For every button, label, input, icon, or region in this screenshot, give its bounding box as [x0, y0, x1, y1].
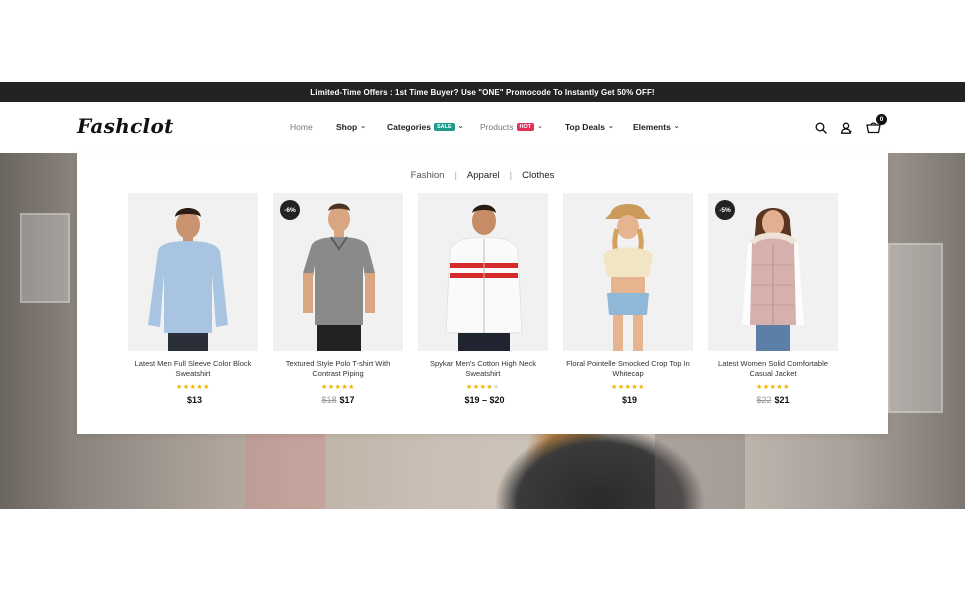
rating-stars: ★★★★★	[176, 384, 210, 391]
cart-count-badge: 0	[876, 114, 887, 125]
crumb-separator: |	[509, 170, 513, 181]
product-photo-high-neck-sweatshirt	[418, 193, 548, 351]
product-card[interactable]: Latest Men Full Sleeve Color Block Sweat…	[128, 193, 258, 405]
nav-categories[interactable]: Categories SALE ⌄	[387, 122, 463, 132]
product-name[interactable]: Latest Women Solid Comfortable Casual Ja…	[708, 359, 838, 379]
product-image[interactable]	[128, 193, 258, 351]
category-breadcrumb: Fashion | Apparel | Clothes	[77, 170, 888, 181]
product-image[interactable]	[418, 193, 548, 351]
rating-stars: ★★★★★	[321, 384, 355, 391]
search-button[interactable]	[812, 119, 830, 137]
discount-badge: -6%	[280, 200, 300, 220]
product-card[interactable]: -6% Textured Style Polo T-shirt With Con…	[273, 193, 403, 405]
product-name[interactable]: Textured Style Polo T-shirt With Contras…	[273, 359, 403, 379]
product-name[interactable]: Spykar Men's Cotton High Neck Sweatshirt	[418, 359, 548, 379]
site-header: Fashclot Home Shop ⌄ Categories SALE ⌄ P…	[0, 102, 965, 153]
promo-text: Limited-Time Offers : 1st Time Buyer? Us…	[310, 87, 655, 97]
nav-top-deals-label: Top Deals	[565, 122, 605, 132]
old-price: $22	[756, 395, 772, 405]
chevron-down-icon: ⌄	[457, 123, 464, 130]
nav-products-label: Products	[480, 122, 514, 132]
product-price: $19	[563, 395, 693, 405]
nav-home[interactable]: Home	[290, 122, 313, 132]
chevron-down-icon: ⌄	[360, 123, 367, 130]
page: Limited-Time Offers : 1st Time Buyer? Us…	[0, 0, 965, 600]
promo-bar: Limited-Time Offers : 1st Time Buyer? Us…	[0, 82, 965, 102]
product-card[interactable]: Spykar Men's Cotton High Neck Sweatshirt…	[418, 193, 548, 405]
nav-shop-label: Shop	[336, 122, 358, 132]
chevron-down-icon: ⌄	[608, 123, 614, 130]
nav-elements[interactable]: Elements ⌄	[633, 122, 680, 132]
rating-stars: ★★★★★	[756, 384, 790, 391]
crumb-clothes[interactable]: Clothes	[522, 170, 554, 181]
rating-stars: ★★★★★	[466, 384, 500, 391]
account-button[interactable]	[837, 119, 855, 137]
product-image[interactable]: -5%	[708, 193, 838, 351]
sale-badge: SALE	[433, 123, 455, 131]
chevron-down-icon: ⌄	[673, 123, 680, 130]
nav-elements-label: Elements	[633, 122, 671, 132]
product-name[interactable]: Floral Pointelle Smocked Crop Top In Whi…	[563, 359, 693, 379]
search-icon	[815, 122, 827, 134]
nav-shop[interactable]: Shop ⌄	[336, 122, 366, 132]
product-price: $18 $17	[273, 395, 403, 405]
product-price: $13	[128, 395, 258, 405]
nav-top-deals[interactable]: Top Deals ⌄	[565, 122, 614, 132]
product-photo-crop-top	[563, 193, 693, 351]
crumb-apparel[interactable]: Apparel	[467, 170, 500, 181]
product-card[interactable]: Floral Pointelle Smocked Crop Top In Whi…	[563, 193, 693, 405]
product-image[interactable]	[563, 193, 693, 351]
product-price: $19 – $20	[418, 395, 548, 405]
crumb-separator: |	[454, 170, 457, 181]
product-card[interactable]: -5% Latest Women Solid Comfortable Casua…	[708, 193, 838, 405]
cart-button[interactable]: 0	[864, 114, 887, 136]
chevron-down-icon: ⌄	[537, 123, 544, 130]
current-price: $17	[339, 395, 355, 405]
nav-categories-label: Categories	[387, 122, 431, 132]
product-name[interactable]: Latest Men Full Sleeve Color Block Sweat…	[128, 359, 258, 379]
nav-home-label: Home	[290, 122, 313, 132]
product-photo-sweatshirt	[128, 193, 258, 351]
nav-products[interactable]: Products HOT ⌄	[480, 122, 543, 132]
current-price: $13	[186, 395, 203, 405]
crumb-fashion[interactable]: Fashion	[411, 170, 445, 181]
discount-badge: -5%	[715, 200, 735, 220]
current-price: $19	[621, 395, 638, 405]
user-icon	[840, 122, 852, 134]
old-price: $18	[321, 395, 337, 405]
current-price: $21	[774, 395, 790, 405]
current-price: $19 – $20	[464, 395, 505, 405]
product-image[interactable]: -6%	[273, 193, 403, 351]
rating-stars: ★★★★★	[611, 384, 645, 391]
product-price: $22 $21	[708, 395, 838, 405]
hot-badge: HOT	[516, 123, 535, 131]
mega-menu-panel: Fashion | Apparel | Clothes Latest Men F…	[77, 153, 888, 434]
